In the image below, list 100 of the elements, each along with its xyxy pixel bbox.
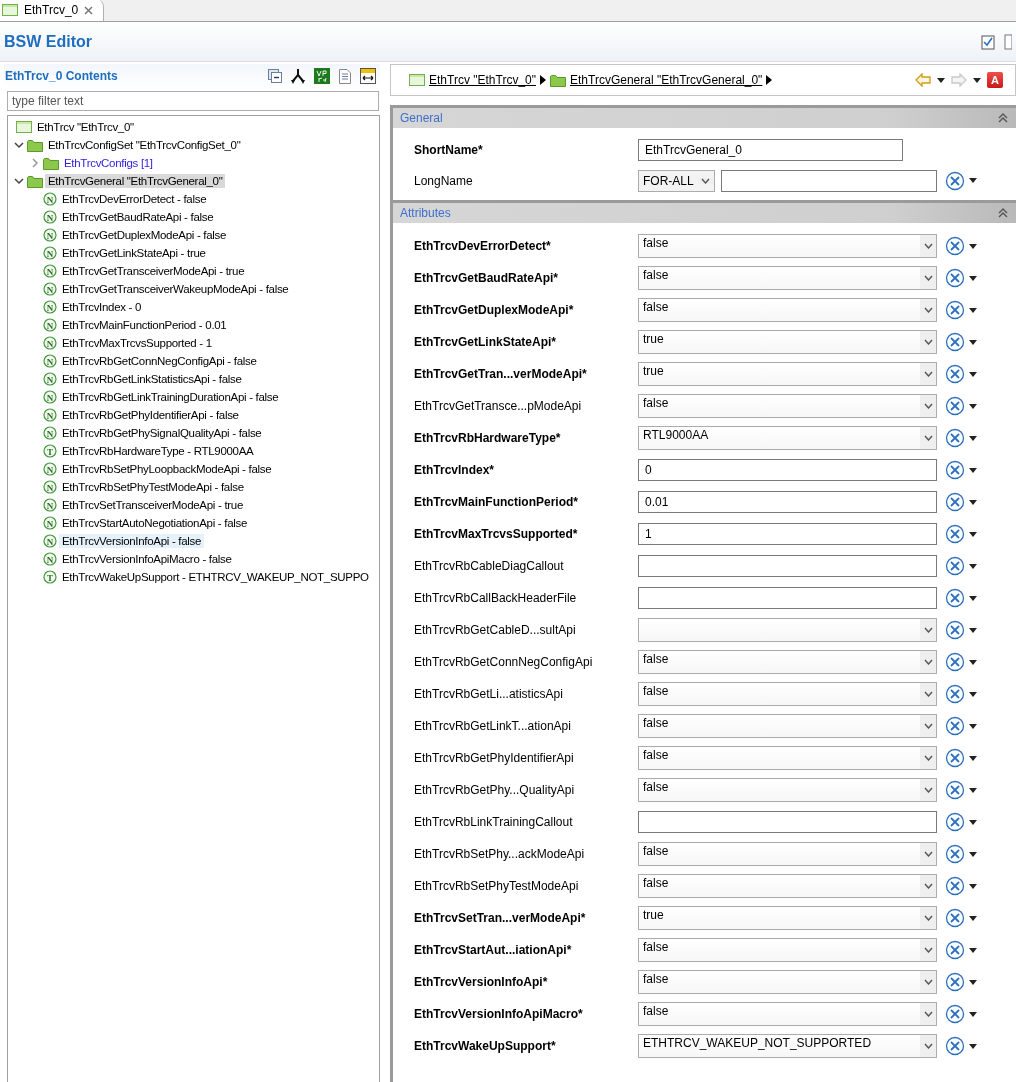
tools-icon[interactable] [945, 492, 965, 512]
breadcrumb-link[interactable]: EthTrcv "EthTrcv_0" [429, 73, 536, 87]
tree-item[interactable]: EthTrcvRbSetPhyTestModeApi - false [59, 480, 247, 494]
language-dropdown[interactable]: FOR-ALL [638, 169, 715, 192]
tools-icon[interactable] [945, 780, 965, 800]
tools-icon[interactable] [945, 748, 965, 768]
breadcrumb-arrow-icon[interactable] [766, 75, 773, 85]
tools-icon[interactable] [945, 236, 965, 256]
tools-icon[interactable] [945, 620, 965, 640]
tools-icon[interactable] [945, 716, 965, 736]
caret-icon[interactable] [969, 307, 977, 313]
caret-icon[interactable] [969, 275, 977, 281]
tree-item[interactable]: EthTrcvMainFunctionPeriod - 0.01 [59, 318, 230, 332]
tools-icon[interactable] [945, 812, 965, 832]
tools-icon[interactable] [945, 1036, 965, 1056]
tree-item[interactable]: EthTrcvVersionInfoApiMacro - false [59, 552, 235, 566]
caret-icon[interactable] [969, 243, 977, 249]
tools-icon[interactable] [945, 652, 965, 672]
caret-icon[interactable] [969, 1043, 977, 1049]
caret-icon[interactable] [969, 915, 977, 921]
tools-icon[interactable] [945, 332, 965, 352]
tools-icon[interactable] [945, 972, 965, 992]
dropdown[interactable]: true [638, 362, 937, 386]
caret-icon[interactable] [969, 723, 977, 729]
caret-icon[interactable] [969, 627, 977, 633]
caret-icon[interactable] [973, 77, 981, 83]
collapse-icon[interactable] [998, 113, 1008, 123]
dropdown[interactable]: false [638, 842, 937, 866]
tree-item[interactable]: EthTrcvRbGetPhySignalQualityApi - false [59, 426, 265, 440]
tools-icon[interactable] [945, 524, 965, 544]
dropdown[interactable]: false [638, 266, 937, 290]
tools-icon[interactable] [945, 844, 965, 864]
tools-icon[interactable] [945, 1004, 965, 1024]
tree-item[interactable]: EthTrcvMaxTrcvsSupported - 1 [59, 336, 215, 350]
tree-item[interactable]: EthTrcvIndex - 0 [59, 300, 145, 314]
tree-item[interactable]: EthTrcvStartAutoNegotiationApi - false [59, 516, 251, 530]
caret-icon[interactable] [969, 691, 977, 697]
tree-item[interactable]: EthTrcvRbGetPhyIdentifierApi - false [59, 408, 242, 422]
dropdown[interactable]: RTL9000AA [638, 426, 937, 450]
caret-icon[interactable] [969, 499, 977, 505]
caret-icon[interactable] [937, 77, 945, 83]
clipboard-check-icon[interactable] [981, 33, 995, 50]
dropdown[interactable]: false [638, 970, 937, 994]
column-resize-icon[interactable] [360, 68, 376, 84]
caret-icon[interactable] [969, 339, 977, 345]
tools-icon[interactable] [945, 396, 965, 416]
tree-item[interactable]: EthTrcvDevErrorDetect - false [59, 192, 210, 206]
tree-item[interactable]: EthTrcvConfigs [1] [61, 156, 156, 170]
caret-icon[interactable] [969, 755, 977, 761]
expanded-chevron-icon[interactable] [14, 140, 24, 150]
dropdown[interactable]: false [638, 938, 937, 962]
dropdown[interactable]: false [638, 714, 937, 738]
caret-icon[interactable] [969, 531, 977, 537]
dropdown[interactable]: false [638, 778, 937, 802]
dropdown[interactable]: true [638, 330, 937, 354]
collapse-icon[interactable] [998, 208, 1008, 218]
tree-item[interactable]: EthTrcvRbGetLinkTrainingDurationApi - false [59, 390, 282, 404]
tree-item[interactable]: EthTrcvRbSetPhyLoopbackModeApi - false [59, 462, 275, 476]
tree-item[interactable]: EthTrcvGetDuplexModeApi - false [59, 228, 230, 242]
tools-icon[interactable] [945, 364, 965, 384]
tree-item[interactable]: EthTrcvGeneral "EthTrcvGeneral_0" [45, 174, 226, 188]
caret-icon[interactable] [969, 467, 977, 473]
text-field[interactable]: 0 [638, 459, 937, 481]
collapse-all-icon[interactable] [268, 69, 282, 83]
tree-item[interactable]: EthTrcvConfigSet "EthTrcvConfigSet_0" [45, 138, 244, 152]
tree-item[interactable]: EthTrcvGetTransceiverModeApi - true [59, 264, 248, 278]
caret-icon[interactable] [969, 851, 977, 857]
expanded-chevron-icon[interactable] [14, 176, 24, 186]
caret-icon[interactable] [969, 947, 977, 953]
validation-button[interactable]: A [987, 72, 1003, 88]
close-icon[interactable] [84, 5, 94, 15]
dropdown[interactable]: false [638, 650, 937, 674]
caret-icon[interactable] [969, 659, 977, 665]
tools-icon[interactable] [945, 428, 965, 448]
text-field[interactable] [638, 811, 937, 833]
caret-icon[interactable] [969, 178, 977, 183]
caret-icon[interactable] [969, 595, 977, 601]
tools-icon[interactable] [945, 940, 965, 960]
document-icon[interactable] [1004, 33, 1012, 50]
dropdown[interactable]: false [638, 298, 937, 322]
editor-tab[interactable]: EthTrcv_0 [0, 0, 105, 21]
document-icon[interactable] [339, 68, 351, 84]
dropdown[interactable]: false [638, 394, 937, 418]
filter-field[interactable]: type filter text [7, 91, 379, 111]
tools-icon[interactable] [945, 876, 965, 896]
variant-icon[interactable] [314, 68, 330, 84]
caret-icon[interactable] [969, 979, 977, 985]
text-field[interactable]: 1 [638, 523, 937, 545]
dropdown[interactable]: false [638, 874, 937, 898]
dropdown[interactable]: true [638, 906, 937, 930]
tree-item[interactable]: EthTrcvRbHardwareType - RTL9000AA [59, 444, 257, 458]
caret-icon[interactable] [969, 819, 977, 825]
caret-icon[interactable] [969, 371, 977, 377]
caret-icon[interactable] [969, 1011, 977, 1017]
tree-item[interactable]: EthTrcvGetBaudRateApi - false [59, 210, 217, 224]
caret-icon[interactable] [969, 403, 977, 409]
dropdown[interactable]: false [638, 682, 937, 706]
tools-icon[interactable] [945, 460, 965, 480]
text-field[interactable] [638, 587, 937, 609]
tools-icon[interactable] [945, 684, 965, 704]
